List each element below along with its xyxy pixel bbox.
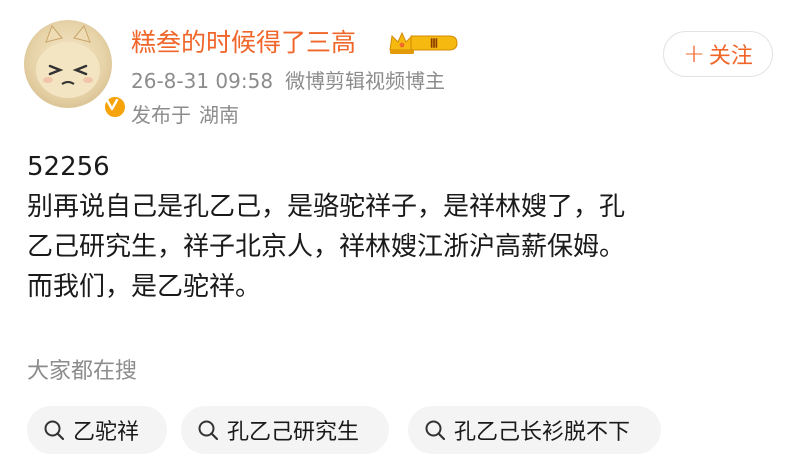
username[interactable]: 糕叁的时候得了三高 [131,27,356,59]
trending-search-title: 大家都在搜 [27,359,138,384]
search-chip-label: 孔乙己长衫脱不下 [454,420,631,445]
search-chip[interactable]: 乙驼祥 [27,406,167,454]
search-icon [198,420,219,441]
post-content: 52256 别再说自己是孔乙己，是骆驼祥子，是祥林嫂了，孔 乙己研究生，祥子北京… [27,147,777,307]
verified-v-icon [102,94,128,120]
search-chip-label: 乙驼祥 [73,420,140,445]
crown-member-icon[interactable]: Ⅲ [387,28,459,58]
search-chip[interactable]: 孔乙己研究生 [181,406,389,454]
search-icon [44,420,65,441]
post-line: 而我们，是乙驼祥。 [27,272,262,302]
post-line: 乙己研究生，祥子北京人，祥林嫂江浙沪高薪保姆。 [27,232,626,262]
search-chip[interactable]: 孔乙己长衫脱不下 [408,406,661,454]
location-prefix: 发布于 [131,103,191,127]
location-name: 湖南 [199,103,239,127]
plus-icon: + [683,39,705,69]
search-icon [425,420,446,441]
post-meta: 26-8-31 09:58 微博剪辑视频博主 [131,67,445,95]
search-chip-label: 孔乙己研究生 [227,420,360,445]
follow-label: 关注 [708,44,753,69]
post-line: 别再说自己是孔乙己，是骆驼祥子，是祥林嫂了，孔 [27,192,626,222]
member-level: Ⅲ [430,37,438,51]
post-line: 52256 [27,152,110,182]
follow-button[interactable]: + 关注 [663,31,773,77]
avatar[interactable] [24,20,128,120]
avatar-cartoon-face [36,25,100,98]
post-source: 微博剪辑视频博主 [285,69,446,93]
post-time: 26-8-31 09:58 [131,69,274,93]
post-location: 发布于 湖南 [131,101,239,129]
